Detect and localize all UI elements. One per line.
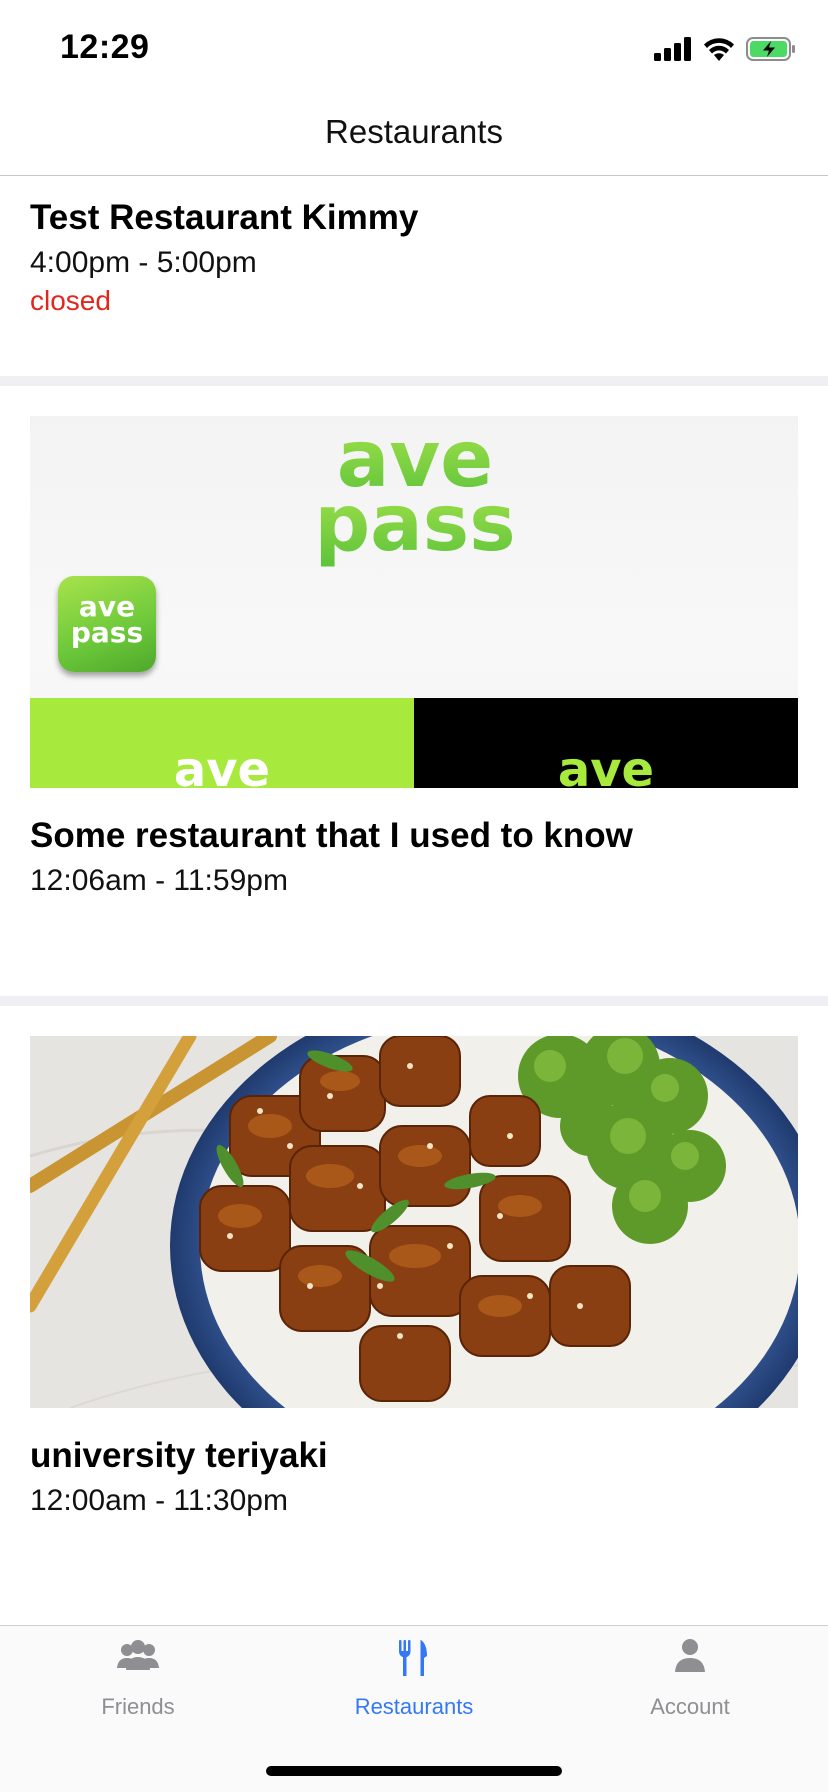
logo-line2: pass	[314, 479, 515, 569]
tab-label: Account	[650, 1694, 730, 1719]
restaurant-image: ave pass ave pass ave ave	[30, 416, 798, 788]
wifi-icon	[704, 38, 734, 61]
teriyaki-bowl-photo	[30, 1036, 798, 1408]
avepass-logo: ave pass	[314, 416, 515, 569]
tab-restaurants[interactable]: Restaurants	[276, 1626, 552, 1736]
signal-icon	[654, 37, 691, 61]
restaurant-card[interactable]: Test Restaurant Kimmy 4:00pm - 5:00pm cl…	[0, 176, 828, 376]
battery-icon	[746, 37, 795, 61]
restaurant-card[interactable]: university teriyaki 12:00am - 11:30pm	[0, 1006, 828, 1625]
tab-label: Restaurants	[354, 1694, 474, 1719]
restaurant-card[interactable]: ave pass ave pass ave ave Some restauran…	[0, 386, 828, 996]
avepass-app-icon: ave pass	[58, 576, 156, 672]
restaurant-name: Some restaurant that I used to know	[30, 816, 633, 855]
app-icon-line2: pass	[70, 616, 144, 649]
restaurant-name: university teriyaki	[30, 1436, 328, 1475]
restaurant-status: closed	[30, 285, 111, 316]
home-indicator	[266, 1766, 562, 1776]
page-title: Restaurants	[325, 113, 503, 150]
nav-bar: Restaurants	[0, 100, 828, 176]
status-time: 12:29	[60, 28, 150, 66]
restaurant-image	[30, 1036, 798, 1408]
card-separator	[0, 996, 828, 1006]
restaurant-name: Test Restaurant Kimmy	[30, 198, 419, 237]
person-icon	[675, 1639, 705, 1672]
status-bar: 12:29	[0, 0, 828, 100]
banner-strip-left: ave	[30, 698, 414, 788]
restaurant-hours: 12:06am - 11:59pm	[30, 864, 288, 897]
tab-account[interactable]: Account	[552, 1626, 828, 1736]
card-separator	[0, 376, 828, 386]
banner-strip-right: ave	[414, 698, 798, 788]
restaurant-hours: 12:00am - 11:30pm	[30, 1484, 288, 1517]
strip-right-text: ave	[557, 742, 655, 788]
restaurant-list[interactable]: Test Restaurant Kimmy 4:00pm - 5:00pm cl…	[0, 176, 828, 1625]
strip-left-text: ave	[173, 742, 271, 788]
fork-knife-icon	[399, 1640, 427, 1676]
restaurant-hours: 4:00pm - 5:00pm	[30, 246, 257, 279]
tab-label: Friends	[101, 1694, 175, 1719]
friends-icon	[117, 1640, 159, 1670]
status-icons	[654, 36, 796, 62]
tab-friends[interactable]: Friends	[0, 1626, 276, 1736]
